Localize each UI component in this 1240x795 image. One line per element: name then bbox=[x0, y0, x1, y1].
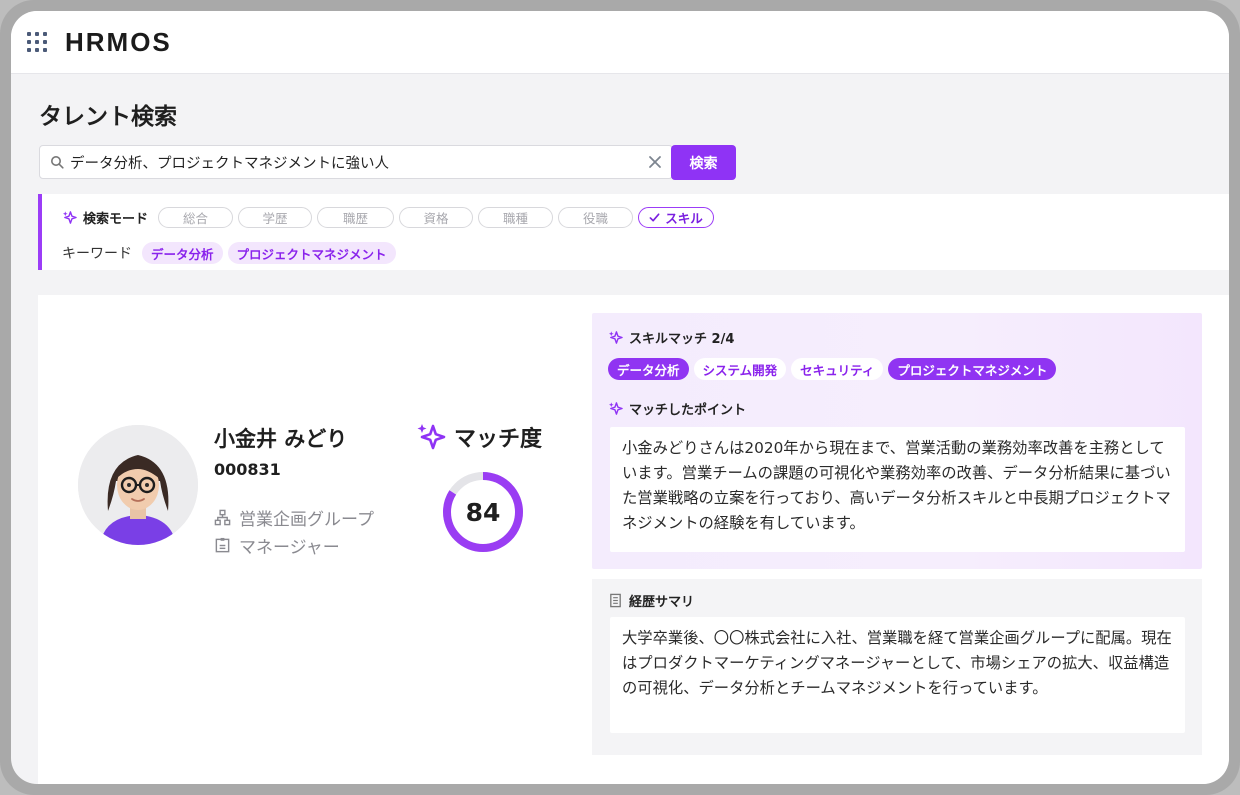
mode-chip-skill[interactable]: スキル bbox=[638, 207, 715, 228]
match-score-heading: マッチ度 bbox=[416, 421, 542, 453]
sparkle-icon bbox=[62, 211, 77, 224]
match-score-value: 84 bbox=[465, 497, 501, 527]
mode-chip-overall[interactable]: 総合 bbox=[158, 207, 234, 228]
department-row: 営業企画グループ bbox=[214, 505, 374, 530]
skill-match-heading: スキルマッチ 2/4 bbox=[608, 328, 734, 347]
skill-match-title: スキルマッチ 2/4 bbox=[629, 332, 735, 347]
avatar bbox=[78, 425, 198, 545]
skill-tag[interactable]: システム開発 bbox=[693, 358, 787, 380]
search-button[interactable]: 検索 bbox=[671, 145, 736, 180]
org-chart-icon bbox=[214, 509, 231, 526]
mode-chip-education[interactable]: 学歴 bbox=[238, 207, 313, 228]
clear-icon[interactable] bbox=[648, 155, 662, 169]
position-text: マネージャー bbox=[239, 538, 340, 558]
keyword-chip[interactable]: データ分析 bbox=[142, 242, 223, 264]
skill-tag[interactable]: データ分析 bbox=[608, 358, 689, 380]
keyword-row: キーワード データ分析 プロジェクトマネジメント bbox=[62, 242, 401, 264]
keyword-label: キーワード bbox=[62, 246, 132, 262]
match-points-title: マッチしたポイント bbox=[629, 403, 747, 418]
hrmos-logo[interactable]: HRMOS bbox=[65, 27, 172, 58]
avatar-illustration bbox=[78, 425, 198, 545]
career-summary-heading: 経歴サマリ bbox=[608, 591, 694, 610]
mode-chip-work-history[interactable]: 職歴 bbox=[317, 207, 395, 228]
career-summary-title: 経歴サマリ bbox=[629, 595, 695, 610]
career-summary-text: 大学卒業後、〇〇株式会社に入社、営業職を経て営業企画グループに配属。現在はプロダ… bbox=[610, 617, 1185, 733]
search-mode-label: 検索モード bbox=[83, 212, 149, 227]
mode-chip-job-type[interactable]: 職種 bbox=[478, 207, 554, 228]
badge-icon bbox=[215, 537, 230, 553]
skill-tag[interactable]: プロジェクトマネジメント bbox=[888, 358, 1057, 380]
page-title: タレント検索 bbox=[39, 104, 177, 130]
document-icon bbox=[610, 593, 621, 608]
department-text: 営業企画グループ bbox=[239, 510, 374, 530]
match-points-text: 小金みどりさんは2020年から現在まで、営業活動の業務効率改善を主務としています… bbox=[610, 427, 1185, 552]
mode-chip-certification[interactable]: 資格 bbox=[399, 207, 474, 228]
device-frame: HRMOS タレント検索 データ分析、プロジェクトマネジメントに強い人 検索 検… bbox=[0, 0, 1240, 795]
app-screen: HRMOS タレント検索 データ分析、プロジェクトマネジメントに強い人 検索 検… bbox=[11, 11, 1229, 784]
keyword-chip[interactable]: プロジェクトマネジメント bbox=[227, 242, 396, 264]
search-icon bbox=[51, 156, 64, 169]
skill-match-panel: スキルマッチ 2/4 データ分析 システム開発 セキュリティ プロジェクトマネジ… bbox=[592, 313, 1202, 569]
match-points-heading: マッチしたポイント bbox=[608, 399, 746, 418]
match-score-label: マッチ度 bbox=[454, 427, 543, 452]
search-query-text[interactable]: データ分析、プロジェクトマネジメントに強い人 bbox=[70, 152, 648, 173]
sparkle-icon bbox=[608, 402, 623, 415]
employee-id: 000831 bbox=[214, 460, 281, 479]
sparkle-icon bbox=[608, 331, 623, 344]
mode-chip-skill-label: スキル bbox=[665, 211, 703, 226]
talent-name[interactable]: 小金井 みどり bbox=[214, 423, 347, 453]
skill-tag[interactable]: セキュリティ bbox=[791, 358, 884, 380]
app-launcher-icon[interactable] bbox=[27, 32, 47, 52]
search-input[interactable]: データ分析、プロジェクトマネジメントに強い人 bbox=[39, 145, 673, 179]
talent-result-card[interactable]: 小金井 みどり 000831 営業企画グループ マネージャー マッチ度 84 ス… bbox=[38, 295, 1229, 784]
career-summary-panel: 経歴サマリ 大学卒業後、〇〇株式会社に入社、営業職を経て営業企画グループに配属。… bbox=[592, 579, 1202, 755]
mode-chip-role[interactable]: 役職 bbox=[558, 207, 634, 228]
filter-panel: 検索モード 総合 学歴 職歴 資格 職種 役職 スキル キーワード データ分析 … bbox=[38, 194, 1229, 270]
position-row: マネージャー bbox=[214, 533, 340, 558]
skill-tag-list: データ分析 システム開発 セキュリティ プロジェクトマネジメント bbox=[608, 358, 1061, 380]
sparkle-icon bbox=[417, 424, 446, 450]
top-navigation-bar: HRMOS bbox=[11, 11, 1229, 74]
search-mode-row: 検索モード 総合 学歴 職歴 資格 職種 役職 スキル bbox=[62, 207, 719, 228]
check-icon bbox=[649, 213, 660, 222]
